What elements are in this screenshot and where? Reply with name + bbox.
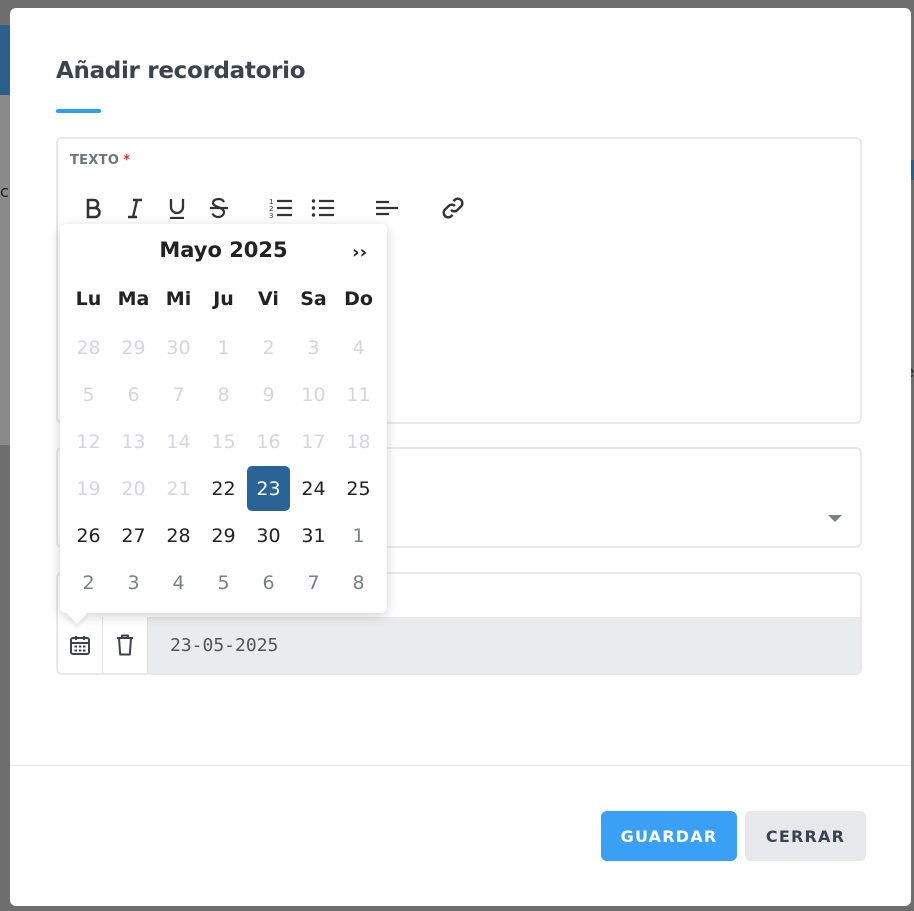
day-cell[interactable]: 6 <box>247 560 290 605</box>
day-cell: 1 <box>217 336 230 359</box>
day-cell: 14 <box>166 430 191 453</box>
weekday-label: Vi <box>258 288 279 310</box>
calendar-icon <box>70 636 90 655</box>
svg-text:3: 3 <box>269 212 273 219</box>
footer-divider <box>10 765 911 766</box>
day-cell: 17 <box>301 430 326 453</box>
day-cell[interactable]: 4 <box>157 560 200 605</box>
weekday-label: Lu <box>75 288 102 310</box>
weekday-label: Do <box>344 288 373 310</box>
day-cell: 6 <box>127 383 140 406</box>
day-cell[interactable]: 28 <box>157 513 200 558</box>
day-cell[interactable]: 31 <box>292 513 335 558</box>
calendar-button[interactable] <box>58 617 103 673</box>
weekday-label: Mi <box>165 288 192 310</box>
underline-icon[interactable] <box>164 193 190 223</box>
day-cell[interactable]: 2 <box>67 560 110 605</box>
day-cell[interactable]: 27 <box>112 513 155 558</box>
date-input[interactable] <box>148 617 848 673</box>
day-cell: 18 <box>346 430 371 453</box>
day-cell: 21 <box>166 477 191 500</box>
day-cell: 20 <box>121 477 146 500</box>
day-cell[interactable]: 30 <box>247 513 290 558</box>
date-input-group <box>58 617 860 673</box>
weekday-label: Ma <box>117 288 150 310</box>
day-cell: 12 <box>76 430 101 453</box>
day-cell[interactable]: 7 <box>292 560 335 605</box>
datepicker-popup: Mayo 2025 ›› Lu Ma Mi Ju Vi Sa Do 28 29 30 1 2 3 4 5 6… <box>60 224 387 624</box>
day-cell: 16 <box>256 430 281 453</box>
day-cell: 15 <box>211 430 236 453</box>
day-cell: 19 <box>76 477 101 500</box>
modal-title: Añadir recordatorio <box>56 58 306 84</box>
clear-date-button[interactable] <box>103 617 148 673</box>
day-cell: 9 <box>262 383 275 406</box>
title-underline <box>56 109 101 113</box>
day-cell: 13 <box>121 430 146 453</box>
trash-icon <box>117 634 133 656</box>
next-month-button[interactable]: ›› <box>352 242 367 263</box>
day-cell: 11 <box>346 383 371 406</box>
day-cell[interactable]: 24 <box>292 466 335 511</box>
weekday-header: Lu Ma Mi Ju Vi Sa Do <box>66 288 381 310</box>
day-cell: 4 <box>352 336 365 359</box>
day-cell[interactable]: 1 <box>337 513 380 558</box>
day-cell: 3 <box>307 336 320 359</box>
link-icon[interactable] <box>440 193 466 223</box>
datepicker-month-label[interactable]: Mayo 2025 <box>60 238 387 262</box>
weekday-label: Ju <box>213 288 234 310</box>
ordered-list-icon[interactable]: 123 <box>268 193 294 223</box>
days-grid: 28 29 30 1 2 3 4 5 6 7 8 9 10 11 12 13 14 15 16 17 18 19 20 21 2… <box>66 324 381 606</box>
align-left-icon[interactable] <box>374 193 400 223</box>
day-cell[interactable]: 5 <box>202 560 245 605</box>
day-cell[interactable]: 26 <box>67 513 110 558</box>
day-cell[interactable]: 8 <box>337 560 380 605</box>
bold-icon[interactable] <box>80 193 106 223</box>
italic-icon[interactable] <box>122 193 148 223</box>
day-cell: 2 <box>262 336 275 359</box>
day-cell[interactable]: 25 <box>337 466 380 511</box>
bullet-list-icon[interactable] <box>310 193 336 223</box>
day-cell-selected[interactable]: 23 <box>247 466 290 511</box>
day-cell: 30 <box>166 336 191 359</box>
text-field-label: TEXTO * <box>70 153 131 168</box>
day-cell[interactable]: 3 <box>112 560 155 605</box>
day-cell[interactable]: 22 <box>202 466 245 511</box>
strikethrough-icon[interactable] <box>206 193 232 223</box>
day-cell[interactable]: 29 <box>202 513 245 558</box>
weekday-label: Sa <box>300 288 327 310</box>
save-button[interactable]: GUARDAR <box>601 811 737 861</box>
day-cell: 10 <box>301 383 326 406</box>
day-cell: 8 <box>217 383 230 406</box>
chevron-down-icon[interactable] <box>828 515 842 522</box>
day-cell: 5 <box>82 383 95 406</box>
background-text-fragment: c <box>0 182 9 201</box>
day-cell: 28 <box>76 336 101 359</box>
required-asterisk: * <box>123 153 131 168</box>
close-button[interactable]: CERRAR <box>745 811 866 861</box>
day-cell: 29 <box>121 336 146 359</box>
day-cell: 7 <box>172 383 185 406</box>
